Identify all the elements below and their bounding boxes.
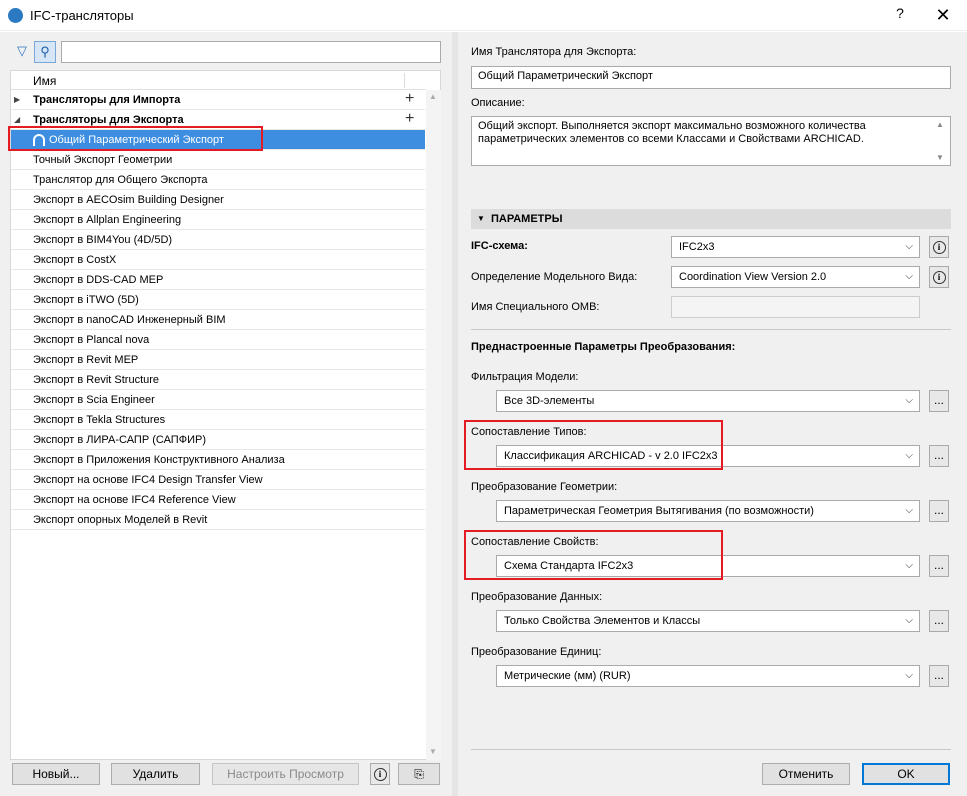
list-item[interactable]: Экспорт в ЛИРА-САПР (САПФИР) <box>11 430 425 450</box>
list-item[interactable]: Экспорт в Tekla Structures <box>11 410 425 430</box>
property-mapping-more-button[interactable]: ... <box>929 555 949 577</box>
scroll-down-icon[interactable]: ▼ <box>429 747 437 756</box>
group-export[interactable]: ◢ Трансляторы для Экспорта + <box>11 110 425 130</box>
model-filter-more-button[interactable]: ... <box>929 390 949 412</box>
list-item[interactable]: Экспорт в Scia Engineer <box>11 390 425 410</box>
help-button[interactable]: ? <box>888 5 912 25</box>
info-button[interactable]: i <box>370 763 390 785</box>
geometry-select[interactable]: Параметрическая Геометрия Вытягивания (п… <box>496 500 920 522</box>
list-item[interactable]: Экспорт в AECOsim Building Designer <box>11 190 425 210</box>
data-conversion-more-button[interactable]: ... <box>929 610 949 632</box>
description-label: Описание: <box>471 97 525 109</box>
search-icon[interactable]: ⚲ <box>34 41 56 63</box>
property-mapping-label: Сопоставление Свойств: <box>471 536 599 548</box>
list-item[interactable]: Экспорт в iTWO (5D) <box>11 290 425 310</box>
list-item[interactable]: Экспорт в DDS-CAD MEP <box>11 270 425 290</box>
info-icon: i <box>373 768 387 781</box>
ifc-schema-info-button[interactable]: i <box>929 236 949 258</box>
type-mapping-select[interactable]: Классификация ARCHICAD - v 2.0 IFC2x3 ⌵ <box>496 445 920 467</box>
chevron-down-icon: ⌵ <box>905 241 913 252</box>
info-icon: i <box>932 241 946 254</box>
type-mapping-more-button[interactable]: ... <box>929 445 949 467</box>
list-item[interactable]: Экспорт на основе IFC4 Design Transfer V… <box>11 470 425 490</box>
window-title: IFC-трансляторы <box>30 8 134 23</box>
delete-button[interactable]: Удалить <box>111 763 200 785</box>
geometry-more-button[interactable]: ... <box>929 500 949 522</box>
list-item[interactable]: Экспорт в Приложения Конструктивного Ана… <box>11 450 425 470</box>
translator-name-field[interactable]: Общий Параметрический Экспорт <box>471 66 951 89</box>
close-button[interactable]: ✕ <box>925 2 961 28</box>
list-item[interactable]: Экспорт в CostX <box>11 250 425 270</box>
list-item[interactable]: Экспорт в Allplan Engineering <box>11 210 425 230</box>
collapse-icon[interactable]: ▼ <box>477 209 485 229</box>
chevron-down-icon: ⌵ <box>905 670 913 681</box>
mvd-select[interactable]: Coordination View Version 2.0 ⌵ <box>671 266 920 288</box>
description-field[interactable]: Общий экспорт. Выполняется экспорт макси… <box>471 116 951 166</box>
custom-mvd-label: Имя Специального ОМВ: <box>471 301 600 313</box>
ifc-schema-select[interactable]: IFC2x3 ⌵ <box>671 236 920 258</box>
geometry-label: Преобразование Геометрии: <box>471 481 618 493</box>
model-filter-select[interactable]: Все 3D-элементы ⌵ <box>496 390 920 412</box>
filter-icon[interactable]: ▽ <box>15 44 29 58</box>
translator-tree: Имя ▶ Трансляторы для Импорта + ◢ Трансл… <box>10 70 441 760</box>
chevron-down-icon: ⌵ <box>905 560 913 571</box>
divider <box>471 329 951 330</box>
tree-scrollbar[interactable]: ▲ ▼ <box>426 90 441 760</box>
mvd-info-button[interactable]: i <box>929 266 949 288</box>
units-label: Преобразование Единиц: <box>471 646 602 658</box>
list-item[interactable]: Экспорт опорных Моделей в Revit <box>11 510 425 530</box>
scroll-up-icon[interactable]: ▲ <box>429 92 437 101</box>
translator-name-label: Имя Транслятора для Экспорта: <box>471 46 637 58</box>
search-input[interactable] <box>61 41 441 63</box>
list-item[interactable]: Экспорт в Plancal nova <box>11 330 425 350</box>
chevron-down-icon: ⌵ <box>905 395 913 406</box>
cancel-button[interactable]: Отменить <box>762 763 850 785</box>
export-file-icon: ⎘ <box>414 767 424 781</box>
expand-icon[interactable]: ▶ <box>14 90 20 110</box>
title-bar: IFC-трансляторы ? ✕ <box>0 0 967 31</box>
list-item-selected[interactable]: Общий Параметрический Экспорт <box>11 130 425 150</box>
preset-params-header: Преднастроенные Параметры Преобразования… <box>471 341 736 353</box>
export-file-button[interactable]: ⎘ <box>398 763 440 785</box>
description-scrollbar[interactable]: ▲ ▼ <box>933 117 949 165</box>
configure-view-button[interactable]: Настроить Просмотр <box>212 763 359 785</box>
add-icon[interactable]: + <box>405 89 414 109</box>
list-item[interactable]: Точный Экспорт Геометрии <box>11 150 425 170</box>
list-item[interactable]: Экспорт на основе IFC4 Reference View <box>11 490 425 510</box>
column-header-label: Имя <box>33 74 57 88</box>
app-icon <box>8 8 23 23</box>
data-conversion-select[interactable]: Только Свойства Элементов и Классы ⌵ <box>496 610 920 632</box>
collapse-icon[interactable]: ◢ <box>14 110 20 130</box>
new-button[interactable]: Новый... <box>12 763 100 785</box>
column-header[interactable]: Имя <box>11 71 426 90</box>
group-import[interactable]: ▶ Трансляторы для Импорта + <box>11 90 425 110</box>
mvd-label: Определение Модельного Вида: <box>471 271 638 283</box>
chevron-down-icon: ⌵ <box>905 505 913 516</box>
translator-icon <box>33 134 45 146</box>
ifc-schema-label: IFC-схема: <box>471 240 528 252</box>
parameters-section-header[interactable]: ▼ ПАРАМЕТРЫ <box>471 209 951 229</box>
list-item[interactable]: Экспорт в Revit MEP <box>11 350 425 370</box>
add-icon[interactable]: + <box>405 109 414 129</box>
chevron-down-icon: ⌵ <box>905 450 913 461</box>
chevron-down-icon: ⌵ <box>905 271 913 282</box>
list-item[interactable]: Экспорт в nanoCAD Инженерный BIM <box>11 310 425 330</box>
type-mapping-label: Сопоставление Типов: <box>471 426 587 438</box>
info-icon: i <box>932 271 946 284</box>
list-item[interactable]: Экспорт в BIM4You (4D/5D) <box>11 230 425 250</box>
units-select[interactable]: Метрические (мм) (RUR) ⌵ <box>496 665 920 687</box>
model-filter-label: Фильтрация Модели: <box>471 371 579 383</box>
list-item[interactable]: Транслятор для Общего Экспорта <box>11 170 425 190</box>
ok-button[interactable]: OK <box>862 763 950 785</box>
data-conversion-label: Преобразование Данных: <box>471 591 603 603</box>
chevron-down-icon: ⌵ <box>905 615 913 626</box>
property-mapping-select[interactable]: Схема Стандарта IFC2x3 ⌵ <box>496 555 920 577</box>
list-item[interactable]: Экспорт в Revit Structure <box>11 370 425 390</box>
divider <box>471 749 951 750</box>
units-more-button[interactable]: ... <box>929 665 949 687</box>
custom-mvd-field <box>671 296 920 318</box>
